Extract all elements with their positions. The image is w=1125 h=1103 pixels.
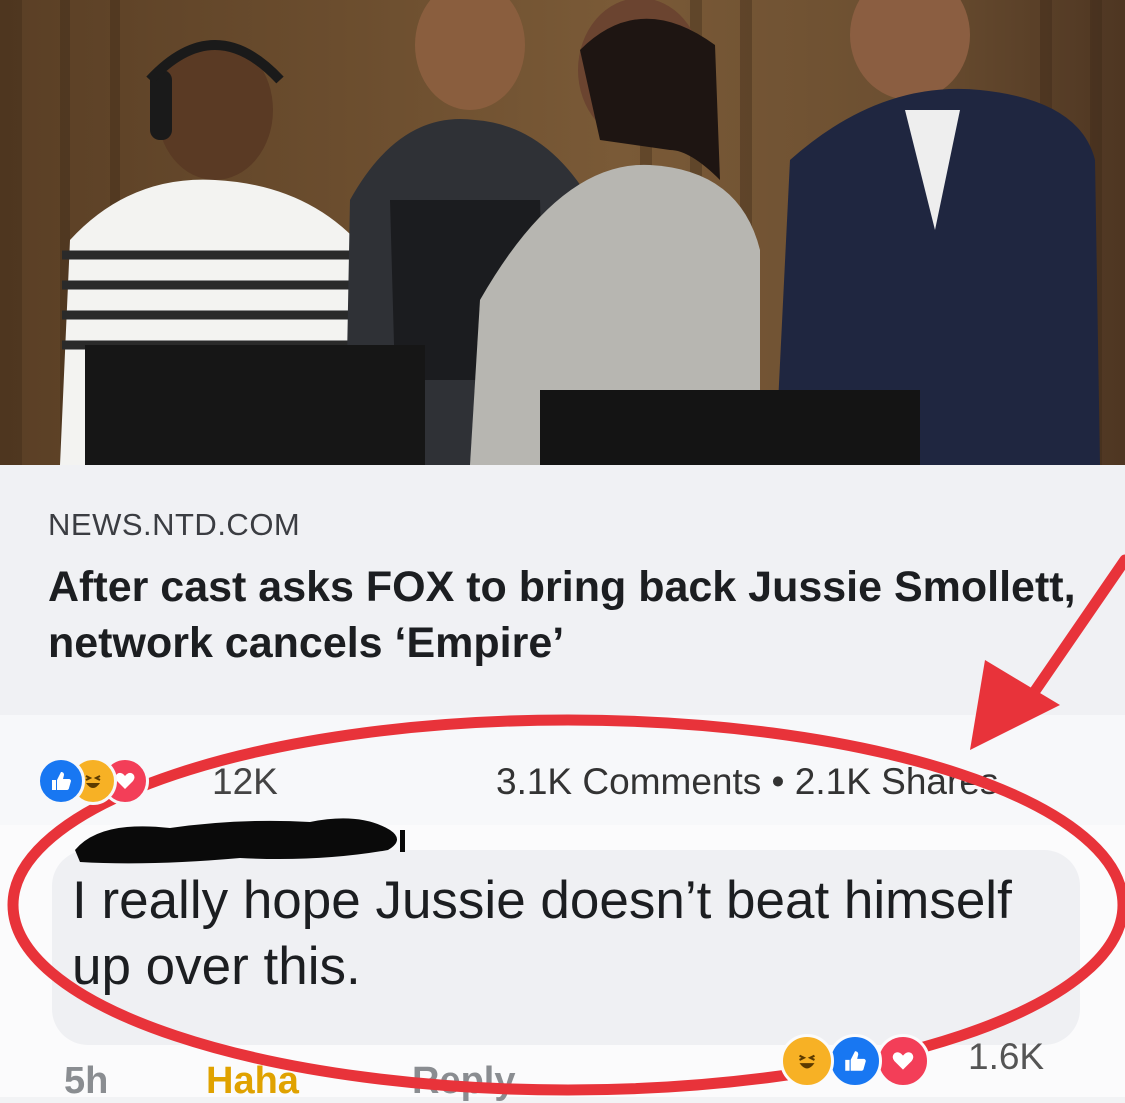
- reaction-count[interactable]: 12K: [212, 761, 278, 803]
- love-icon: [876, 1034, 930, 1088]
- redacted-commenter-name: [75, 818, 405, 864]
- comment-reaction-count[interactable]: 1.6K: [968, 1036, 1044, 1078]
- comment-reactions[interactable]: [780, 1030, 980, 1090]
- link-source: NEWS.NTD.COM: [48, 507, 301, 542]
- comments-shares-count[interactable]: 3.1K Comments • 2.1K Shares: [496, 761, 998, 803]
- recording-studio-image: [0, 0, 1102, 465]
- article-photo[interactable]: [0, 0, 1125, 465]
- haha-icon: [780, 1034, 834, 1088]
- like-icon: [828, 1034, 882, 1088]
- like-icon: [37, 757, 85, 805]
- comment-text: I really hope Jussie doesn’t beat himsel…: [72, 871, 1012, 996]
- link-headline[interactable]: After cast asks FOX to bring back Jussie…: [48, 559, 1088, 671]
